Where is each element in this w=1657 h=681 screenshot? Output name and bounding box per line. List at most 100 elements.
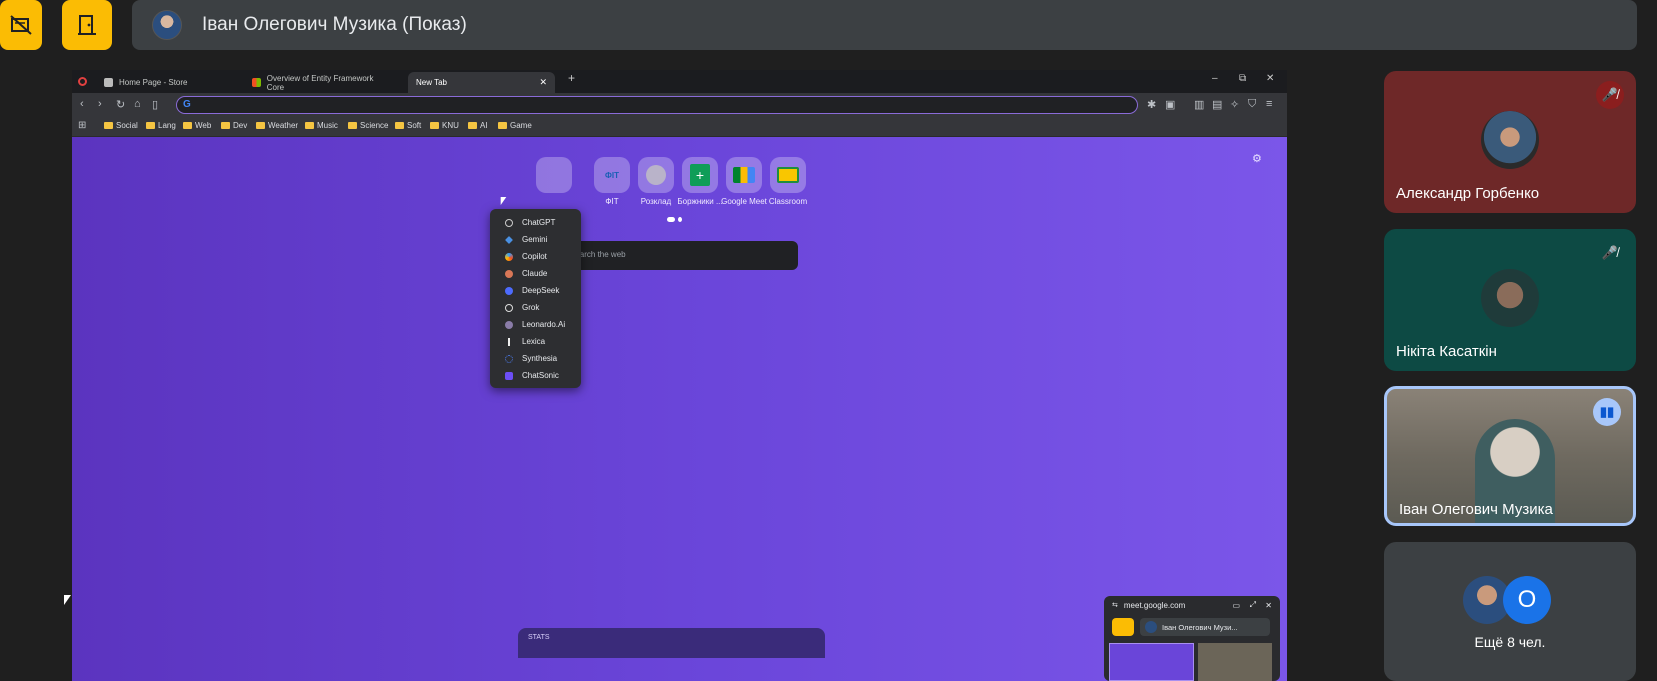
new-tab-button[interactable]: + <box>568 71 575 85</box>
reload-icon[interactable]: ↻ <box>116 98 125 111</box>
classroom-icon <box>777 167 799 183</box>
menu-item-synthesia[interactable]: Synthesia <box>490 350 581 367</box>
page-dot[interactable] <box>678 217 682 222</box>
browser-logo-icon <box>78 77 87 86</box>
menu-item-label: Gemini <box>522 235 548 244</box>
bookmark-folder-science[interactable]: Science <box>348 121 388 130</box>
menu-item-lexica[interactable]: Lexica <box>490 333 581 350</box>
folder-icon <box>146 122 155 129</box>
folder-icon <box>395 122 404 129</box>
participant-tile-gorbenko[interactable]: 🎤̸ Александр Горбенко <box>1384 71 1636 213</box>
apps-grid-icon[interactable]: ⊞ <box>78 120 86 131</box>
avatar <box>1481 111 1539 169</box>
expand-icon[interactable]: ⤢ <box>1250 600 1256 610</box>
meet-icon <box>733 167 755 183</box>
bookmark-label: Lang <box>158 121 176 130</box>
bookmark-folder-social[interactable]: Social <box>104 121 138 130</box>
camera-icon[interactable]: ▭ <box>1232 601 1240 610</box>
door-icon <box>78 15 96 35</box>
menu-item-deepseek[interactable]: DeepSeek <box>490 282 581 299</box>
home-icon[interactable]: ⌂ <box>134 98 141 110</box>
forward-icon[interactable]: › <box>98 98 102 110</box>
avatar <box>1481 269 1539 327</box>
close-icon[interactable]: ✕ <box>1265 601 1272 610</box>
tab-new-tab[interactable]: New Tab ✕ <box>408 72 555 93</box>
shortcut-tile-partial[interactable] <box>536 157 572 193</box>
back-icon[interactable]: ‹ <box>80 98 84 110</box>
shortcut-tile-google-meet[interactable] <box>726 157 762 193</box>
bookmark-label: Game <box>510 121 532 130</box>
bookmark-folder-soft[interactable]: Soft <box>395 121 421 130</box>
menu-item-gemini[interactable]: Gemini <box>490 231 581 248</box>
folder-icon <box>430 122 439 129</box>
shortcut-tile-fit[interactable]: ФІТ <box>594 157 630 193</box>
door-icon[interactable] <box>1112 618 1134 636</box>
bookmark-folder-weather[interactable]: Weather <box>256 121 298 130</box>
address-bar[interactable]: G <box>176 96 1138 114</box>
bookmark-folder-web[interactable]: Web <box>183 121 211 130</box>
bookmark-label: Science <box>360 121 389 130</box>
chatsonic-icon <box>505 371 513 380</box>
search-input[interactable]: Search the web <box>562 241 798 270</box>
bookmark-label: Music <box>317 121 338 130</box>
folder-icon <box>183 122 192 129</box>
menu-item-label: Lexica <box>522 337 546 346</box>
bookmark-folder-music[interactable]: Music <box>305 121 338 130</box>
tab-home-page[interactable]: Home Page - Store <box>96 72 242 93</box>
no-present-icon <box>10 15 32 35</box>
meet-pip-window[interactable]: ⇆ meet.google.com ▭ ⤢ ✕ Іван Олегович Му… <box>1104 596 1280 681</box>
ai-bookmark-menu: ChatGPT Gemini Copilot Claude DeepSeek G… <box>490 209 581 388</box>
menu-item-label: Claude <box>522 269 548 278</box>
sidebar-icon[interactable]: ▥ <box>1194 98 1204 111</box>
folder-icon <box>221 122 230 129</box>
tab-label: Overview of Entity Framework Core <box>266 73 374 92</box>
menu-item-claude[interactable]: Claude <box>490 265 581 282</box>
close-window-button[interactable]: ✕ <box>1266 73 1274 84</box>
pip-presenter-bar: Іван Олегович Музи... <box>1140 618 1270 636</box>
stats-label: STATS <box>528 634 550 641</box>
menu-item-label: ChatGPT <box>522 218 556 227</box>
leave-button[interactable] <box>62 0 112 50</box>
minimize-button[interactable]: – <box>1212 73 1218 84</box>
shortcut-tile-borzhnyky[interactable]: + <box>682 157 718 193</box>
bookmarks-bar: ⊞ Social Lang Web Dev Weather Music Scie… <box>72 117 1287 137</box>
pip-camera-thumbnail <box>1198 643 1272 681</box>
menu-item-label: DeepSeek <box>522 286 560 295</box>
extensions-icon[interactable]: ✱ <box>1147 98 1156 111</box>
bookmark-folder-knu[interactable]: KNU <box>430 121 459 130</box>
shortcut-tile-classroom[interactable] <box>770 157 806 193</box>
ai-icon[interactable]: ✧ <box>1230 98 1239 111</box>
menu-item-chatgpt[interactable]: ChatGPT <box>490 214 581 231</box>
pip-screen-thumbnail <box>1109 643 1194 681</box>
participant-tile-muzyka[interactable]: ▮▮ Іван Олегович Музика <box>1384 386 1636 526</box>
gear-icon[interactable]: ⚙ <box>1252 152 1262 165</box>
bookmark-folder-dev[interactable]: Dev <box>221 121 247 130</box>
copilot-icon <box>505 252 513 261</box>
screenshot-icon[interactable]: ▣ <box>1165 98 1175 111</box>
bookmark-icon[interactable]: ▯ <box>152 98 158 111</box>
page-dot-active[interactable] <box>667 217 675 222</box>
menu-item-grok[interactable]: Grok <box>490 299 581 316</box>
bookmark-folder-ai[interactable]: AI <box>468 121 488 130</box>
tab-ef-core[interactable]: Overview of Entity Framework Core <box>244 72 390 93</box>
presenter-bar: Іван Олегович Музика (Показ) <box>132 0 1637 50</box>
menu-icon[interactable]: ≡ <box>1266 98 1272 110</box>
participant-tile-kasatkin[interactable]: 🎤̸ Нікіта Касаткін <box>1384 229 1636 371</box>
wallet-icon[interactable]: ▤ <box>1212 98 1222 111</box>
bookmark-label: Dev <box>233 121 248 130</box>
chatgpt-icon <box>505 218 513 227</box>
bookmark-folder-lang[interactable]: Lang <box>146 121 176 130</box>
menu-item-leonardo[interactable]: Leonardo.Ai <box>490 316 581 333</box>
stop-presenting-button[interactable] <box>0 0 42 50</box>
presenter-name: Іван Олегович Музика (Показ) <box>202 14 467 35</box>
shortcut-tile-rozklad[interactable] <box>638 157 674 193</box>
menu-item-copilot[interactable]: Copilot <box>490 248 581 265</box>
folder-icon <box>468 122 477 129</box>
bookmark-folder-game[interactable]: Game <box>498 121 532 130</box>
restore-button[interactable]: ⧉ <box>1239 73 1246 84</box>
shield-icon[interactable]: ⛉ <box>1248 98 1256 111</box>
participant-tile-more[interactable]: О Ещё 8 чел. <box>1384 542 1636 681</box>
close-tab-icon[interactable]: ✕ <box>539 77 547 88</box>
menu-item-chatsonic[interactable]: ChatSonic <box>490 367 581 384</box>
folder-icon <box>104 122 113 129</box>
